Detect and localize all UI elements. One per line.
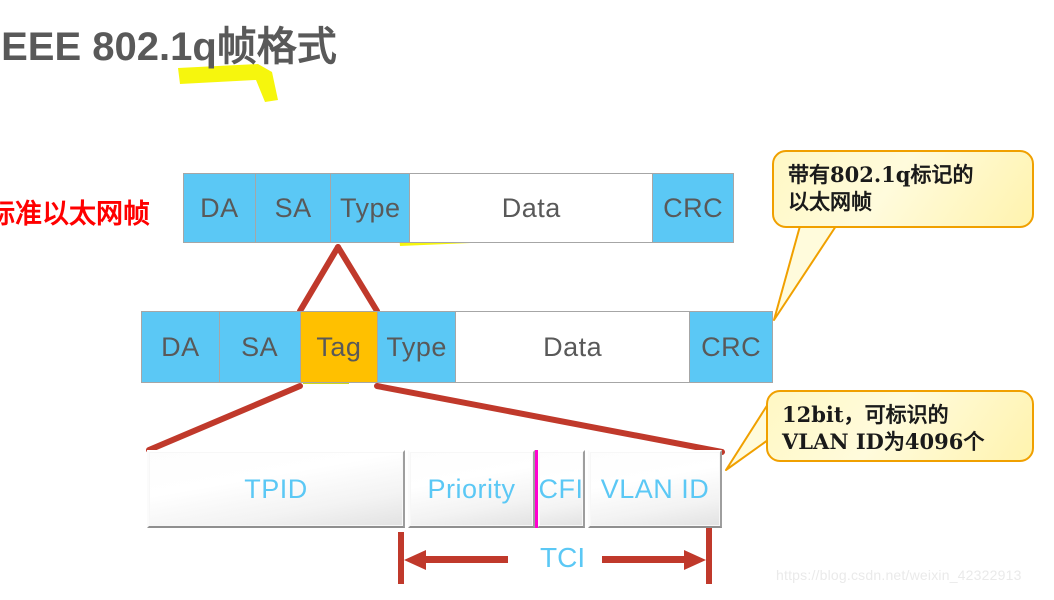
tag-cell-tpid[interactable]: TPID [147,450,405,528]
slide-canvas: IEEE 802.1q帧格式 标准以太网帧 DA SA Type Data CR… [0,0,1054,600]
vlan-tag-detail-row: TPID Priority CFI VLAN ID [147,450,722,528]
watermark: https://blog.csdn.net/weixin_42322913 [776,567,1022,583]
callout1-line2: 以太网帧 [788,188,872,214]
frame2-cell-tag[interactable]: Tag [300,312,379,382]
frame1-cell-da[interactable]: DA [184,174,256,242]
vlan-id-bits-callout[interactable]: 12bit，可标识的 VLAN ID为4096个 [766,390,1034,462]
frame2-cell-data[interactable]: Data [456,312,691,382]
cfi-divider-line [535,450,538,528]
frame1-cell-sa[interactable]: SA [255,174,332,242]
frame1-cell-type[interactable]: Type [331,174,411,242]
frame1-cell-crc[interactable]: CRC [653,174,733,242]
frame1-cell-data[interactable]: Data [410,174,654,242]
callout2-line1: 12bit，可标识的 [782,402,949,427]
frame2-cell-crc[interactable]: CRC [690,312,772,382]
frame2-cell-da[interactable]: DA [142,312,220,382]
tag-cell-vlan-id[interactable]: VLAN ID [588,450,722,528]
page-title: IEEE 802.1q帧格式 [0,14,337,72]
frame2-cell-sa[interactable]: SA [219,312,301,382]
tag-cell-cfi[interactable]: CFI [537,450,585,528]
tag-cell-priority[interactable]: Priority [408,450,535,528]
tagged-frame-callout[interactable]: 带有802.1q标记的 以太网帧 [772,150,1034,228]
standard-ethernet-frame-row: DA SA Type Data CRC [183,173,734,243]
callout1-line1: 带有802.1q标记的 [788,162,974,187]
standard-frame-label: 标准以太网帧 [0,199,150,230]
dot1q-tagged-frame-row: DA SA Tag Type Data CRC [141,311,773,383]
tci-label: TCI [540,542,586,573]
callout2-line2: VLAN ID为4096个 [782,428,985,454]
page-title-cjk: 帧格式 [216,24,337,70]
frame2-cell-type[interactable]: Type [378,312,456,382]
page-title-latin: IEEE 802.1q [0,25,217,69]
